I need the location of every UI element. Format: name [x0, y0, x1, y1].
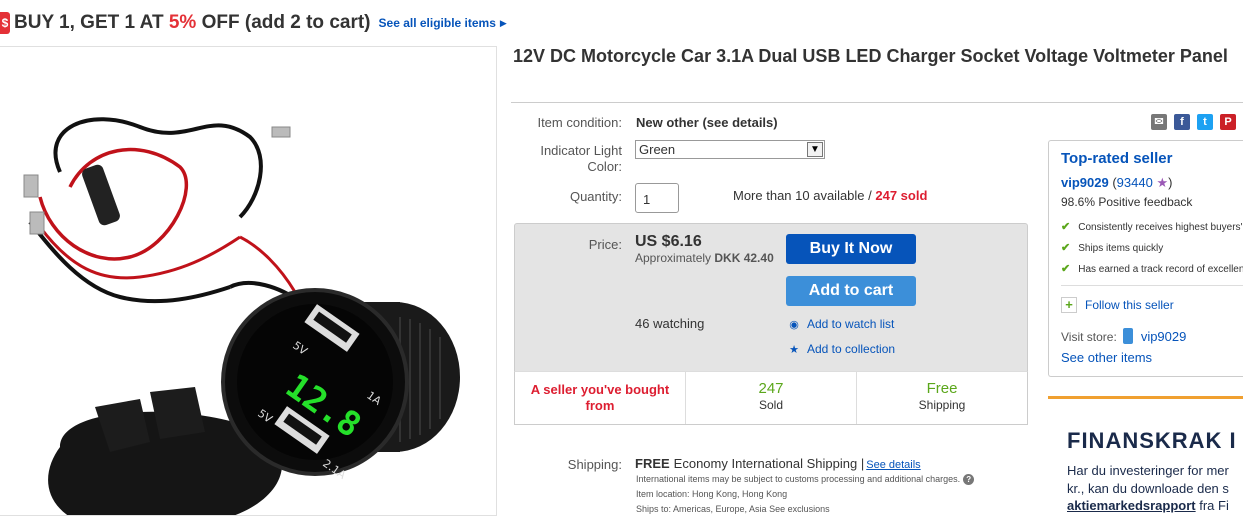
- sale-tag-icon: $: [0, 12, 10, 34]
- checkmark-icon: ✔: [1061, 263, 1071, 275]
- twitter-share-icon[interactable]: t: [1197, 114, 1213, 130]
- seller-name[interactable]: vip9029 (93440 ★): [1061, 175, 1172, 191]
- feedback-star-icon: ★: [1156, 175, 1169, 190]
- light-color-select[interactable]: Green ▼: [635, 140, 825, 159]
- see-eligible-items-link[interactable]: See all eligible items: [379, 16, 496, 30]
- positive-feedback: 98.6% Positive feedback: [1061, 195, 1193, 209]
- buy-it-now-button[interactable]: Buy It Now: [786, 234, 916, 264]
- add-to-watch-list-link[interactable]: ◉ Add to watch list: [787, 317, 894, 331]
- quantity-input[interactable]: 1: [635, 183, 679, 213]
- feedback-score[interactable]: 93440: [1117, 175, 1153, 190]
- stats-row: A seller you've bought from 247 Sold Fre…: [514, 371, 1028, 425]
- condition-label: Item condition:: [537, 115, 622, 130]
- charger-socket-illustration: 5V 1A 5V 2.1A 12.8: [23, 117, 460, 515]
- product-image[interactable]: 5V 1A 5V 2.1A 12.8: [0, 46, 497, 516]
- star-icon: ★: [789, 344, 799, 356]
- promo-banner: $ BUY 1, GET 1 AT 5% OFF (add 2 to cart)…: [0, 8, 507, 38]
- light-color-value: Green: [639, 142, 676, 157]
- shipping-value: FREE Economy International Shipping | See …: [635, 456, 921, 471]
- availability-text: More than 10 available / 247 sold: [733, 188, 928, 203]
- chevron-down-icon: ▼: [807, 142, 823, 157]
- email-share-icon[interactable]: ✉: [1151, 114, 1167, 130]
- see-shipping-details-link[interactable]: See details: [866, 459, 920, 471]
- seller-check-item: ✔ Ships items quickly: [1061, 242, 1164, 254]
- pinterest-share-icon[interactable]: P: [1220, 114, 1236, 130]
- checkmark-icon: ✔: [1061, 221, 1071, 233]
- facebook-share-icon[interactable]: f: [1174, 114, 1190, 130]
- sold-count-link[interactable]: 247 sold: [875, 188, 927, 203]
- quantity-label: Quantity:: [569, 189, 622, 204]
- price-value: US $6.16: [635, 233, 702, 250]
- see-other-items-link[interactable]: See other items: [1061, 350, 1152, 365]
- add-to-cart-button[interactable]: Add to cart: [786, 276, 916, 306]
- price-label: Price:: [588, 237, 622, 252]
- shipping-label: Shipping:: [567, 457, 622, 472]
- checkmark-icon: ✔: [1061, 242, 1071, 254]
- add-to-collection-link[interactable]: ★ Add to collection: [787, 342, 895, 356]
- ad-text: kr., kan du downloade den s: [1067, 481, 1229, 496]
- triangle-right-icon: ▶: [499, 17, 507, 28]
- divider: [1061, 285, 1243, 286]
- store-link[interactable]: vip9029: [1141, 329, 1187, 344]
- help-icon[interactable]: ?: [963, 474, 975, 485]
- top-rated-seller-badge: Top-rated seller: [1061, 150, 1173, 167]
- seller-check-item: ✔Consistently receives highest buyers' r…: [1061, 221, 1243, 233]
- sold-stat: 247 Sold: [686, 372, 857, 424]
- light-color-label: Indicator Light Color:: [540, 143, 622, 174]
- watching-count: 46 watching: [635, 316, 705, 331]
- plus-icon: +: [1061, 297, 1077, 313]
- ships-to: Ships to: Americas, Europe, Asia See exc…: [636, 504, 830, 514]
- shipping-stat: Free Shipping: [918, 380, 966, 412]
- customs-note: International items may be subject to cu…: [636, 474, 975, 485]
- eye-icon: ◉: [789, 319, 799, 331]
- ad-headline: FINANSKRAK I: [1067, 428, 1237, 453]
- product-title: 12V DC Motorcycle Car 3.1A Dual USB LED …: [513, 46, 1228, 66]
- divider: [511, 102, 1243, 103]
- approx-price: Approximately DKK 42.40: [635, 251, 774, 265]
- seller-bought-from-note: A seller you've bought from: [515, 372, 686, 424]
- promo-text: BUY 1, GET 1 AT 5% OFF (add 2 to cart): [14, 12, 371, 33]
- ad-text: Har du investeringer for mer: [1067, 463, 1229, 478]
- seller-check-item: ✔Has earned a track record of excellent …: [1061, 263, 1243, 275]
- store-icon: [1122, 328, 1133, 344]
- condition-value: New other (see details): [636, 115, 778, 130]
- follow-seller-link[interactable]: + Follow this seller: [1061, 297, 1174, 313]
- visit-store: Visit store: vip9029: [1061, 328, 1187, 344]
- item-location: Item location: Hong Kong, Hong Kong: [636, 489, 788, 499]
